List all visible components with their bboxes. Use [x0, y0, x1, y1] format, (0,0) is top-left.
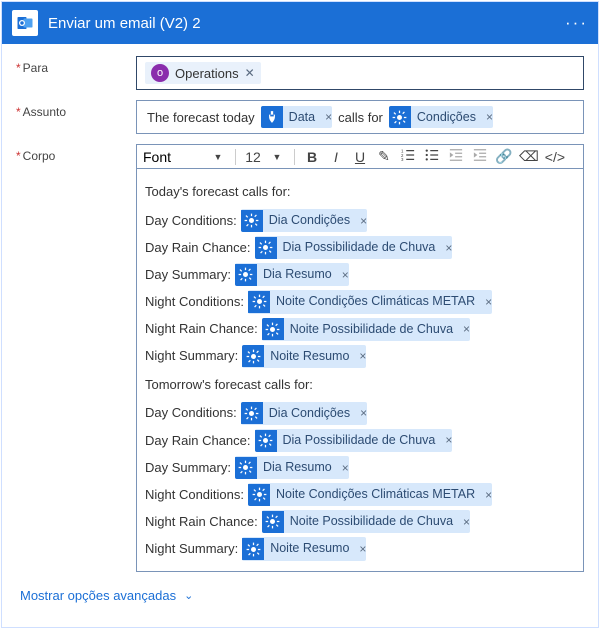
remove-icon[interactable]: ×	[342, 264, 349, 286]
to-input[interactable]: o Operations ✕	[136, 56, 584, 90]
underline-button[interactable]: U	[351, 149, 369, 165]
remove-icon[interactable]: ×	[360, 210, 367, 232]
dynamic-token[interactable]: Dia Possibilidade de Chuva×	[255, 429, 453, 452]
dynamic-token[interactable]: Noite Possibilidade de Chuva×	[262, 510, 470, 533]
dynamic-token[interactable]: Noite Condições Climáticas METAR×	[248, 290, 492, 313]
dynamic-token[interactable]: Dia Condições×	[241, 402, 367, 425]
body-line: Night Rain Chance:Noite Possibilidade de…	[145, 316, 575, 343]
gear-icon	[242, 538, 264, 560]
dynamic-token[interactable]: Noite Condições Climáticas METAR×	[248, 483, 492, 506]
gear-icon	[235, 457, 257, 479]
dynamic-token[interactable]: Dia Resumo×	[235, 456, 349, 479]
remove-icon[interactable]: ×	[342, 457, 349, 479]
subject-text: The forecast today	[147, 110, 255, 125]
remove-icon[interactable]: ×	[359, 538, 366, 560]
gear-icon	[241, 210, 263, 232]
chevron-down-icon[interactable]: ▼	[268, 152, 286, 162]
rich-text-toolbar: ▼ 12 ▼ B I U ✎ 123 🔗 ⌫ </>	[136, 144, 584, 168]
label-subject: *Assunto	[16, 100, 136, 134]
action-card: Enviar um email (V2) 2 ··· *Para o Opera…	[1, 1, 599, 628]
gear-icon	[262, 511, 284, 533]
dynamic-token[interactable]: Noite Resumo×	[242, 537, 366, 560]
remove-icon[interactable]: ×	[463, 318, 470, 340]
subject-input[interactable]: The forecast today Data × calls for Cond…	[136, 100, 584, 134]
section-header: Today's forecast calls for:	[145, 180, 575, 204]
pointer-icon	[261, 106, 283, 128]
remove-icon[interactable]: ×	[463, 511, 470, 533]
chevron-down-icon: ⌄	[184, 589, 193, 602]
body-editor[interactable]: Today's forecast calls for: Day Conditio…	[136, 168, 584, 572]
label-body: *Corpo	[16, 144, 136, 572]
subject-text: calls for	[338, 110, 383, 125]
card-body: *Para o Operations ✕ *Assunto The foreca…	[2, 44, 598, 627]
chevron-down-icon[interactable]: ▼	[209, 152, 227, 162]
link-button[interactable]: 🔗	[495, 148, 513, 165]
section-header: Tomorrow's forecast calls for:	[145, 373, 575, 397]
gear-icon	[242, 345, 264, 367]
font-size[interactable]: 12	[244, 149, 262, 165]
body-line: Day Rain Chance:Dia Possibilidade de Chu…	[145, 427, 575, 454]
body-line: Day Summary:Dia Resumo×	[145, 454, 575, 481]
gear-icon	[389, 106, 411, 128]
remove-icon[interactable]: ✕	[245, 66, 255, 80]
row-body: *Corpo ▼ 12 ▼ B I U ✎ 123 🔗	[16, 144, 584, 572]
gear-icon	[262, 318, 284, 340]
gear-icon	[241, 402, 263, 424]
body-line: Day Rain Chance:Dia Possibilidade de Chu…	[145, 234, 575, 261]
dynamic-token[interactable]: Noite Possibilidade de Chuva×	[262, 318, 470, 341]
italic-button[interactable]: I	[327, 149, 345, 165]
body-line: Day Conditions:Dia Condições×	[145, 400, 575, 427]
dynamic-token[interactable]: Dia Resumo×	[235, 263, 349, 286]
recipient-name: Operations	[175, 66, 239, 81]
remove-icon[interactable]: ×	[486, 110, 493, 124]
gear-icon	[235, 264, 257, 286]
dynamic-token[interactable]: Noite Resumo×	[242, 345, 366, 368]
avatar: o	[151, 64, 169, 82]
gear-icon	[255, 237, 277, 259]
remove-icon[interactable]: ×	[445, 429, 452, 451]
body-line: Night Conditions:Noite Condições Climáti…	[145, 288, 575, 315]
remove-icon[interactable]: ×	[325, 110, 332, 124]
remove-icon[interactable]: ×	[445, 237, 452, 259]
recipient-pill[interactable]: o Operations ✕	[145, 62, 261, 84]
outlook-icon	[12, 10, 38, 36]
svg-text:3: 3	[401, 157, 404, 162]
color-button[interactable]: ✎	[375, 148, 393, 165]
body-line: Day Conditions:Dia Condições×	[145, 207, 575, 234]
font-select[interactable]	[143, 149, 203, 165]
gear-icon	[248, 484, 270, 506]
dynamic-token[interactable]: Dia Condições×	[241, 209, 367, 232]
token-data[interactable]: Data ×	[261, 106, 332, 128]
body-line: Night Summary:Noite Resumo×	[145, 343, 575, 370]
remove-icon[interactable]: ×	[360, 402, 367, 424]
bullet-list-button[interactable]	[423, 148, 441, 165]
dynamic-token[interactable]: Dia Possibilidade de Chuva×	[255, 236, 453, 259]
outdent-button[interactable]	[447, 148, 465, 165]
show-advanced-link[interactable]: Mostrar opções avançadas⌄	[20, 588, 193, 603]
remove-icon[interactable]: ×	[359, 345, 366, 367]
gear-icon	[248, 291, 270, 313]
card-header[interactable]: Enviar um email (V2) 2 ···	[2, 2, 598, 44]
row-to: *Para o Operations ✕	[16, 56, 584, 90]
body-line: Night Conditions:Noite Condições Climáti…	[145, 481, 575, 508]
body-line: Night Summary:Noite Resumo×	[145, 535, 575, 562]
gear-icon	[255, 430, 277, 452]
body-line: Night Rain Chance:Noite Possibilidade de…	[145, 508, 575, 535]
remove-icon[interactable]: ×	[485, 291, 492, 313]
bold-button[interactable]: B	[303, 149, 321, 165]
remove-icon[interactable]: ×	[485, 484, 492, 506]
clear-format-button[interactable]: ⌫	[519, 148, 539, 165]
more-menu[interactable]: ···	[565, 13, 588, 33]
body-line: Day Summary:Dia Resumo×	[145, 261, 575, 288]
code-view-button[interactable]: </>	[545, 149, 565, 165]
numbered-list-button[interactable]: 123	[399, 148, 417, 165]
card-title: Enviar um email (V2) 2	[48, 15, 201, 32]
indent-button[interactable]	[471, 148, 489, 165]
token-conditions[interactable]: Condições ×	[389, 106, 493, 128]
label-to: *Para	[16, 56, 136, 90]
row-subject: *Assunto The forecast today Data × calls…	[16, 100, 584, 134]
